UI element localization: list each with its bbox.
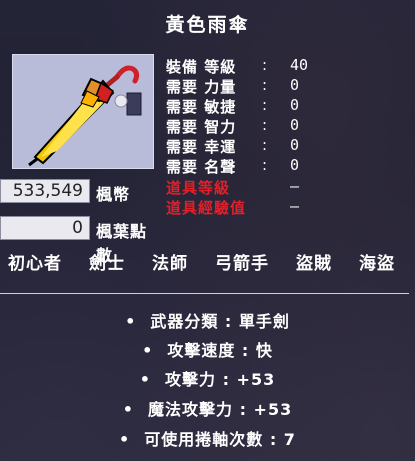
mesos-field: 533,549 [0,179,90,203]
job-requirements: 初心者 劍士 法師 弓箭手 盜賊 海盜 [0,249,415,274]
job-pirate: 海盜 [359,254,395,274]
weapon-type-text: 武器分類 : 單手劍 [150,312,290,331]
job-warrior: 劍士 [89,254,125,274]
item-tooltip: 黃色雨傘 裝備 等級 : 40 需要 力量: 0 需要 敏捷: 0 需要 智… [0,0,415,461]
job-beginner: 初心者 [8,254,62,274]
attack-speed-row: • 攻擊速度 : 快 [0,337,415,363]
separator: : [262,56,268,74]
requirement-value: 0 [290,136,300,154]
yellow-umbrella-icon [28,65,142,167]
separator: : [262,96,268,114]
item-level-label: 道具等級 [166,179,231,197]
requirement-label: 裝備 等級 [166,58,237,76]
mesos-label: 楓幣 [96,185,131,204]
divider [0,293,409,294]
attack-text: 攻擊力 : +53 [165,370,276,389]
requirement-label: 需要 智力 [166,118,237,136]
requirement-value: 0 [290,76,300,94]
attack-row: • 攻擊力 : +53 [0,366,415,392]
requirement-label: 需要 名聲 [166,158,237,176]
separator: : [262,136,268,154]
attack-speed-text: 攻擊速度 : 快 [167,341,273,360]
bullet: • [119,430,131,449]
requirement-label: 需要 力量 [166,78,237,96]
bullet: • [139,370,151,389]
requirement-value: 0 [290,156,300,174]
upgrade-slots-text: 可使用捲軸次數 : 7 [144,430,296,449]
maple-points-field: 0 [0,216,90,240]
magic-attack-row: • 魔法攻擊力 : +53 [0,396,415,422]
item-level-value: — [290,177,300,195]
weapon-type-row: • 武器分類 : 單手劍 [0,308,415,334]
requirement-label: 需要 敏捷 [166,98,237,116]
job-bowman: 弓箭手 [215,254,269,274]
job-magician: 法師 [152,254,188,274]
requirement-label: 需要 幸運 [166,138,237,156]
separator: : [262,76,268,94]
bullet: • [125,312,137,331]
game-background: 黃色雨傘 裝備 等級 : 40 需要 力量: 0 需要 敏捷: 0 需要 智… [0,0,415,461]
requirement-value: 0 [290,116,300,134]
item-name: 黃色雨傘 [165,14,250,36]
item-exp-label: 道具經驗值 [166,199,247,217]
requirement-value: 40 [290,56,309,74]
item-exp-value: — [290,197,300,215]
separator: : [262,116,268,134]
separator: : [262,156,268,174]
item-icon-frame [12,54,154,169]
upgrade-slots-row: • 可使用捲軸次數 : 7 [0,426,415,452]
requirement-value: 0 [290,96,300,114]
bullet: • [122,400,134,419]
magic-attack-text: 魔法攻擊力 : +53 [148,400,293,419]
job-thief: 盜賊 [296,254,332,274]
currency-panel: 533,549 楓幣 0 楓葉點數 [0,179,160,265]
bullet: • [142,341,154,360]
